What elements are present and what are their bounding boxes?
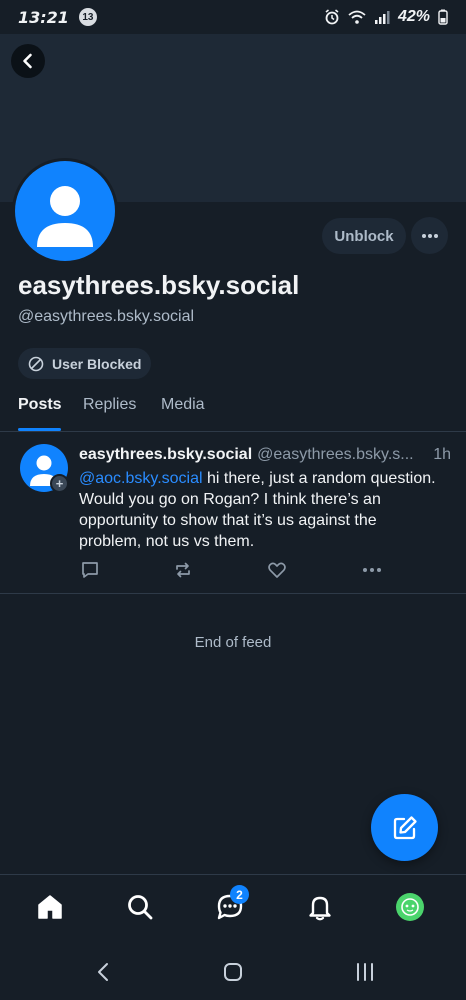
user-blocked-badge: User Blocked xyxy=(18,348,152,379)
recents-icon xyxy=(357,963,373,981)
profile-display-name: easythrees.bsky.social xyxy=(18,270,300,300)
system-recents-button[interactable] xyxy=(353,960,377,984)
status-right: 42% xyxy=(324,8,448,26)
nav-search[interactable] xyxy=(124,891,156,923)
tab-posts[interactable]: Posts xyxy=(18,396,62,414)
unblock-button[interactable]: Unblock xyxy=(322,218,406,254)
heart-icon xyxy=(268,562,286,578)
tab-replies[interactable]: Replies xyxy=(83,396,136,414)
more-options-button[interactable] xyxy=(411,217,448,254)
profile-avatar-icon xyxy=(396,893,424,921)
repost-button[interactable] xyxy=(172,560,194,580)
status-time: 13:21 xyxy=(18,7,69,27)
like-button[interactable] xyxy=(266,560,288,580)
profile-avatar[interactable] xyxy=(15,161,115,261)
default-user-icon xyxy=(37,186,93,247)
compose-icon xyxy=(393,815,417,839)
post-timestamp: 1h xyxy=(423,446,451,464)
post-author-name[interactable]: easythrees.bsky.social xyxy=(79,446,252,464)
active-tab-indicator xyxy=(18,428,61,431)
post-author-handle[interactable]: @easythrees.bsky.s... xyxy=(257,446,413,464)
notification-count-badge: 13 xyxy=(78,8,97,26)
reply-button[interactable] xyxy=(79,560,101,580)
post-header: easythrees.bsky.social @easythrees.bsky.… xyxy=(79,446,451,464)
post-actions xyxy=(79,560,399,580)
system-navigation-bar xyxy=(0,940,466,1000)
user-blocked-label: User Blocked xyxy=(52,355,142,372)
battery-icon xyxy=(438,9,448,25)
battery-level: 42% xyxy=(397,8,430,25)
nav-home[interactable] xyxy=(34,891,66,923)
reply-icon xyxy=(82,562,98,578)
home-square-icon xyxy=(224,963,242,981)
ellipsis-icon xyxy=(421,233,438,238)
end-of-feed-label: End of feed xyxy=(194,634,272,651)
tab-media[interactable]: Media xyxy=(161,396,205,414)
chevron-left-icon xyxy=(23,53,32,69)
profile-avatar-frame xyxy=(12,158,118,264)
follow-plus-button[interactable]: + xyxy=(50,474,69,493)
bottom-navigation: 2 xyxy=(0,874,466,940)
compose-post-button[interactable] xyxy=(371,794,438,861)
home-icon xyxy=(38,895,62,919)
wifi-icon xyxy=(348,10,366,24)
post-text: @aoc.bsky.social hi there, just a random… xyxy=(79,468,439,552)
bell-icon xyxy=(309,896,331,921)
profile-tabs: Posts Replies Media xyxy=(0,388,466,432)
feed-post[interactable]: + easythrees.bsky.social @easythrees.bsk… xyxy=(0,432,466,594)
status-bar: 13:21 13 42% xyxy=(0,0,466,34)
back-button[interactable] xyxy=(11,44,45,78)
post-more-button[interactable] xyxy=(361,560,383,580)
signal-icon xyxy=(374,11,390,24)
system-back-button[interactable] xyxy=(92,960,116,984)
profile-handle: @easythrees.bsky.social xyxy=(18,308,195,325)
repost-icon xyxy=(176,562,190,578)
chat-unread-badge: 2 xyxy=(230,885,249,904)
alarm-icon xyxy=(325,9,339,25)
system-home-button[interactable] xyxy=(221,960,245,984)
post-mention-link[interactable]: @aoc.bsky.social xyxy=(79,470,203,487)
blocked-icon xyxy=(28,356,44,371)
nav-notifications[interactable] xyxy=(304,891,336,923)
nav-profile[interactable] xyxy=(394,891,426,923)
chevron-left-icon xyxy=(98,963,108,981)
search-icon xyxy=(128,895,153,920)
ellipsis-icon xyxy=(363,568,381,572)
